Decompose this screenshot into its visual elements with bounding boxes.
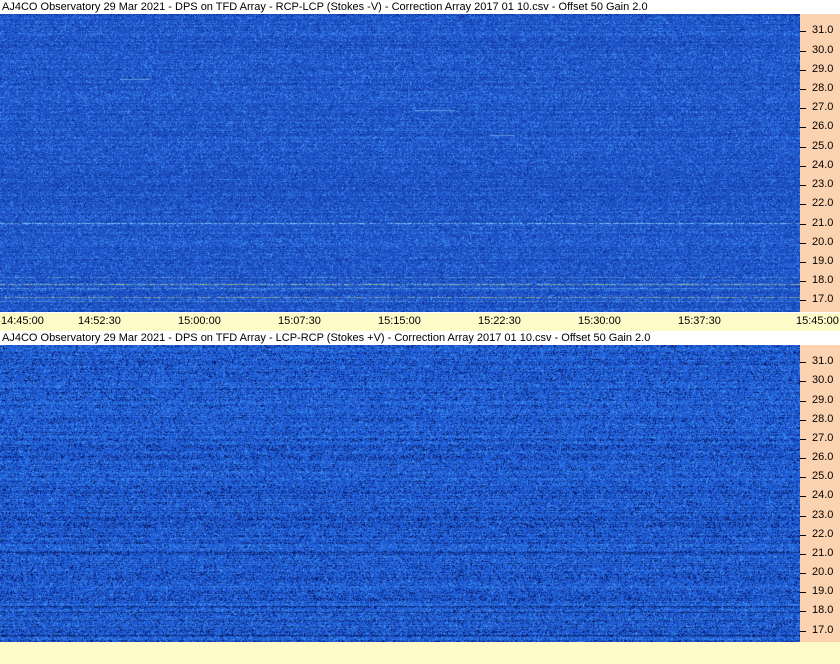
frequency-tick-label: 18.0 xyxy=(812,604,834,616)
frequency-tick-mark xyxy=(800,535,806,536)
frequency-tick-label: 22.0 xyxy=(812,528,834,540)
frequency-tick-mark xyxy=(800,516,806,517)
time-axis: 14:45:00 14:52:30 15:00:00 15:07:30 15:15:00… xyxy=(0,313,840,331)
frequency-tick-label: 26.0 xyxy=(812,451,834,463)
time-tick-label: 15:45:00 xyxy=(796,315,839,327)
frequency-tick-mark xyxy=(800,496,806,497)
frequency-tick-mark xyxy=(800,51,806,52)
frequency-tick-label: 22.0 xyxy=(812,197,834,209)
time-tick-label: 14:45:00 xyxy=(1,315,44,327)
frequency-tick-label: 19.0 xyxy=(812,255,834,267)
frequency-tick-mark xyxy=(800,631,806,632)
frequency-tick-mark xyxy=(800,147,806,148)
frequency-tick-mark xyxy=(800,31,806,32)
frequency-tick-label: 30.0 xyxy=(812,374,834,386)
frequency-tick-label: 25.0 xyxy=(812,470,834,482)
frequency-tick-mark xyxy=(800,554,806,555)
frequency-tick-mark xyxy=(800,592,806,593)
frequency-tick-label: 26.0 xyxy=(812,120,834,132)
frequency-tick-label: 29.0 xyxy=(812,63,834,75)
frequency-tick-label: 24.0 xyxy=(812,159,834,171)
time-tick-label: 15:00:00 xyxy=(178,315,221,327)
frequency-tick-label: 24.0 xyxy=(812,489,834,501)
frequency-tick-mark xyxy=(800,401,806,402)
frequency-tick-mark xyxy=(800,611,806,612)
frequency-tick-label: 23.0 xyxy=(812,178,834,190)
time-tick-label: 15:15:00 xyxy=(378,315,421,327)
frequency-tick-label: 29.0 xyxy=(812,394,834,406)
frequency-tick-label: 31.0 xyxy=(812,24,834,36)
time-tick-label: 15:37:30 xyxy=(678,315,721,327)
bottom-frequency-axis: 31.0 30.0 29.0 28.0 27.0 26.0 25.0 24.0 23.0 22.0… xyxy=(800,345,840,642)
frequency-tick-mark xyxy=(800,420,806,421)
frequency-tick-label: 17.0 xyxy=(812,293,834,305)
top-panel-title: AJ4CO Observatory 29 Mar 2021 - DPS on T… xyxy=(0,0,840,14)
frequency-tick-label: 21.0 xyxy=(812,217,834,229)
frequency-tick-label: 20.0 xyxy=(812,236,834,248)
frequency-tick-label: 25.0 xyxy=(812,140,834,152)
bottom-spectrogram xyxy=(0,345,800,642)
frequency-tick-label: 27.0 xyxy=(812,432,834,444)
frequency-tick-mark xyxy=(800,300,806,301)
frequency-tick-mark xyxy=(800,573,806,574)
bottom-panel-title: AJ4CO Observatory 29 Mar 2021 - DPS on T… xyxy=(0,331,840,345)
frequency-tick-mark xyxy=(800,108,806,109)
frequency-tick-mark xyxy=(800,204,806,205)
frequency-tick-label: 30.0 xyxy=(812,44,834,56)
frequency-tick-label: 23.0 xyxy=(812,509,834,521)
frequency-tick-label: 28.0 xyxy=(812,82,834,94)
frequency-tick-mark xyxy=(800,243,806,244)
frequency-tick-mark xyxy=(800,70,806,71)
frequency-tick-label: 28.0 xyxy=(812,413,834,425)
frequency-tick-mark xyxy=(800,281,806,282)
time-tick-label: 14:52:30 xyxy=(78,315,121,327)
frequency-tick-mark xyxy=(800,166,806,167)
frequency-tick-mark xyxy=(800,127,806,128)
frequency-tick-label: 31.0 xyxy=(812,355,834,367)
top-spectrogram xyxy=(0,14,800,312)
time-tick-label: 15:30:00 xyxy=(578,315,621,327)
time-tick-label: 15:22:30 xyxy=(478,315,521,327)
frequency-tick-label: 27.0 xyxy=(812,101,834,113)
frequency-tick-mark xyxy=(800,262,806,263)
frequency-tick-mark xyxy=(800,224,806,225)
frequency-tick-mark xyxy=(800,477,806,478)
frequency-tick-label: 21.0 xyxy=(812,547,834,559)
frequency-tick-mark xyxy=(800,439,806,440)
frequency-tick-mark xyxy=(800,381,806,382)
frequency-tick-mark xyxy=(800,89,806,90)
frequency-tick-mark xyxy=(800,362,806,363)
frequency-tick-label: 18.0 xyxy=(812,274,834,286)
time-tick-label: 15:07:30 xyxy=(278,315,321,327)
top-frequency-axis: 31.0 30.0 29.0 28.0 27.0 26.0 25.0 24.0 23.0 22.0… xyxy=(800,14,840,312)
bottom-time-axis xyxy=(0,642,840,664)
frequency-tick-label: 20.0 xyxy=(812,566,834,578)
frequency-tick-mark xyxy=(800,185,806,186)
frequency-tick-mark xyxy=(800,458,806,459)
frequency-tick-label: 19.0 xyxy=(812,585,834,597)
frequency-tick-label: 17.0 xyxy=(812,624,834,636)
